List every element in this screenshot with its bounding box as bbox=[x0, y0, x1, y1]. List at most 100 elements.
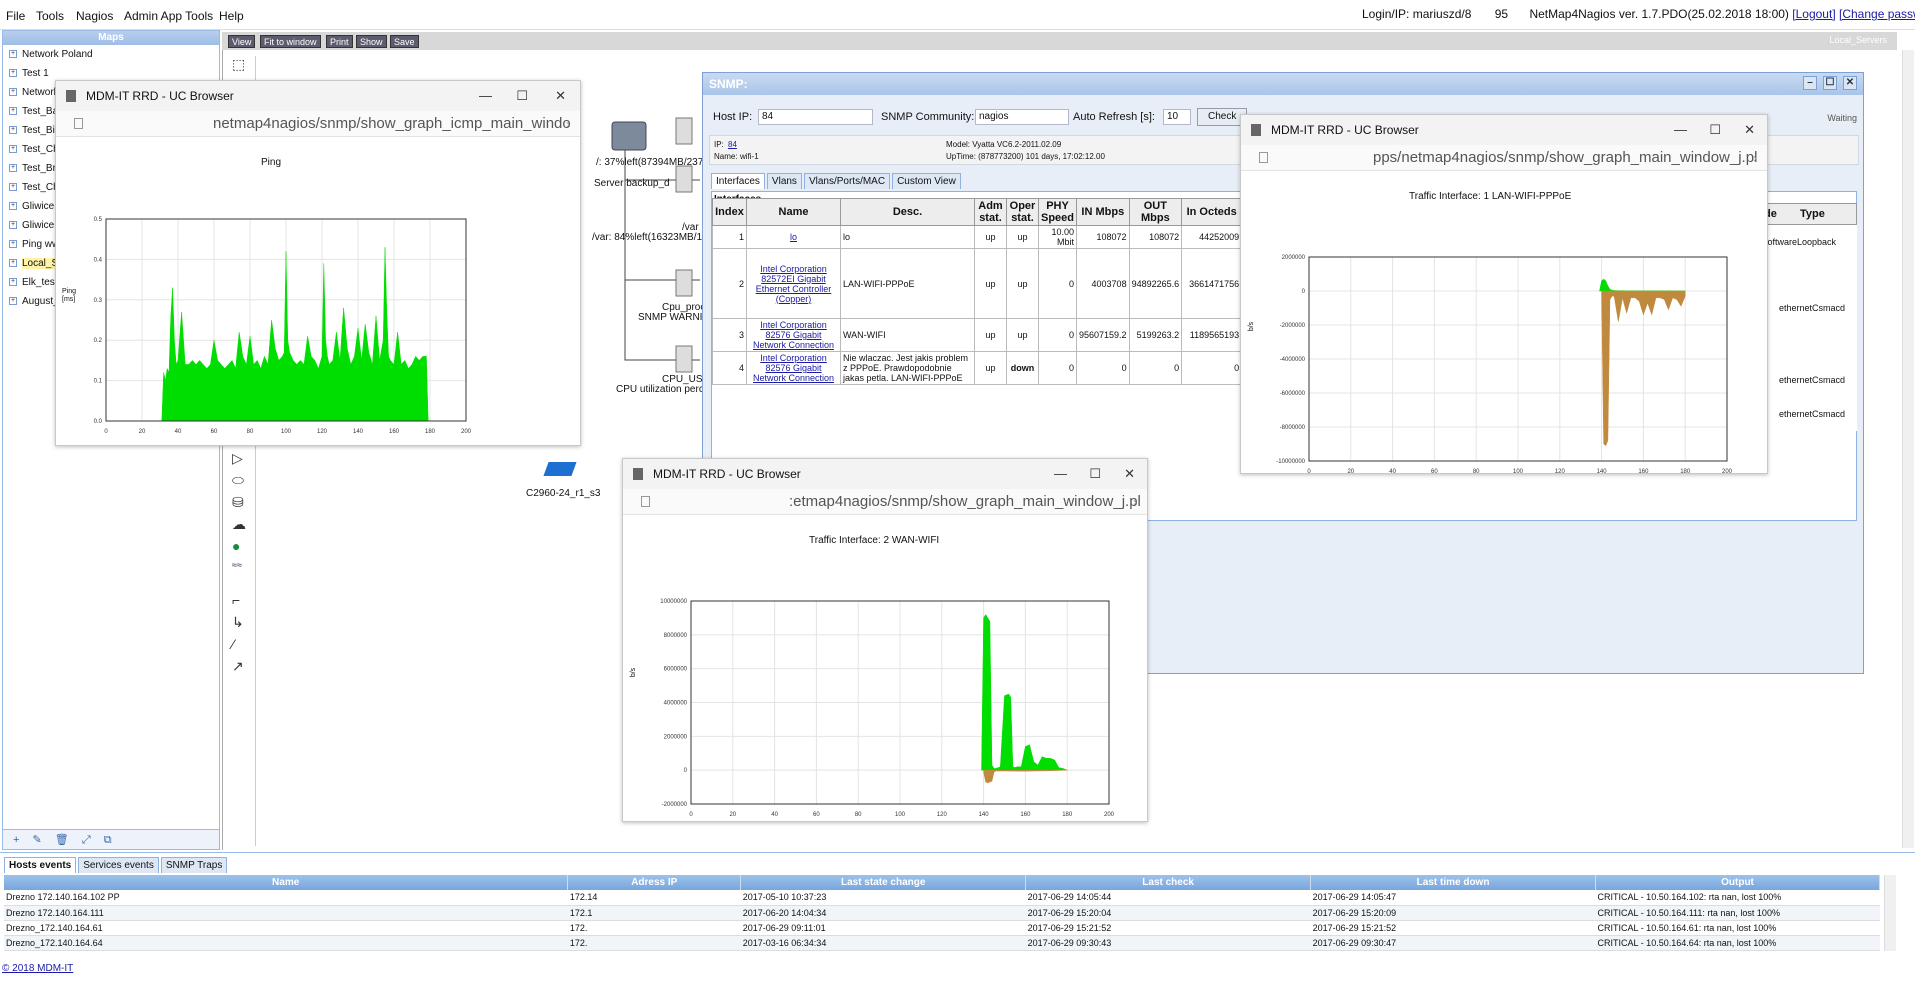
close-icon[interactable]: ✕ bbox=[1843, 76, 1857, 90]
events-column-header[interactable]: Last time down bbox=[1310, 875, 1597, 890]
snmp-titlebar[interactable]: SNMP: – ☐ ✕ bbox=[703, 73, 1863, 95]
interface-cell-name[interactable]: Intel Corporation 82576 Gigabit Network … bbox=[746, 351, 841, 385]
text-tool-icon[interactable]: ≈≈ bbox=[232, 560, 242, 570]
expand-plus-icon[interactable]: + bbox=[9, 221, 17, 230]
triangle-tool-icon[interactable]: ▷ bbox=[232, 450, 243, 467]
traffic2-window-titlebar[interactable]: MDM-IT RRD - UC Browser — ☐ ✕ bbox=[623, 459, 1147, 489]
save-button[interactable]: Save bbox=[390, 35, 419, 48]
event-row[interactable]: Drezno_172.140.164.61 172. 2017-06-29 09:1… bbox=[4, 920, 1880, 936]
event-row[interactable]: Drezno 172.140.164.111 172.1 2017-06-20 14… bbox=[4, 905, 1880, 921]
add-map-icon[interactable]: + bbox=[13, 834, 19, 846]
traffic1-address-bar[interactable]: pps/netmap4nagios/snmp/show_graph_main_w… bbox=[1241, 145, 1767, 171]
expand-plus-icon[interactable]: + bbox=[9, 50, 17, 59]
menu-nagios[interactable]: Nagios bbox=[76, 9, 113, 23]
events-column-header[interactable]: Name bbox=[4, 875, 569, 890]
connector-step-icon[interactable]: ⌐ bbox=[232, 592, 240, 608]
maximize-icon[interactable]: ☐ bbox=[1709, 115, 1721, 145]
events-scrollbar[interactable] bbox=[1884, 875, 1896, 951]
fit-to-window-button[interactable]: Fit to window bbox=[260, 35, 321, 48]
maximize-icon[interactable]: ☐ bbox=[516, 81, 528, 111]
traffic1-window-titlebar[interactable]: MDM-IT RRD - UC Browser — ☐ ✕ bbox=[1241, 115, 1767, 145]
maximize-icon[interactable]: ☐ bbox=[1089, 459, 1101, 489]
interfaces-column-header[interactable]: In Octeds bbox=[1181, 198, 1243, 226]
expand-plus-icon[interactable]: + bbox=[9, 278, 17, 287]
host-ip-input[interactable]: 84 bbox=[758, 109, 873, 125]
minimize-icon[interactable]: — bbox=[479, 81, 492, 111]
ellipse-tool-icon[interactable]: ⬭ bbox=[232, 472, 244, 489]
expand-plus-icon[interactable]: + bbox=[9, 183, 17, 192]
map-tree-item[interactable]: + Gliwice bbox=[9, 220, 54, 231]
interface-row[interactable]: 1 lo lo up up 10.00 Mbit 108072 108072 44252009 bbox=[712, 225, 1243, 249]
show-button[interactable]: Show bbox=[356, 35, 387, 48]
ping-address-bar[interactable]: netmap4nagios/snmp/show_graph_icmp_main_… bbox=[56, 111, 580, 137]
event-row[interactable]: Drezno 172.140.164.102 PP 172.14 2017-05-1… bbox=[4, 890, 1880, 906]
arrow-line-icon[interactable]: ↗ bbox=[232, 658, 244, 675]
map-tree-item[interactable]: + Network Poland bbox=[9, 49, 93, 60]
chevron-right-icon[interactable]: › bbox=[1133, 489, 1137, 514]
view-button[interactable]: View bbox=[228, 35, 256, 48]
map-tree-item[interactable]: + Local_S bbox=[9, 258, 59, 269]
map-tree-item[interactable]: + Test_Br bbox=[9, 163, 56, 174]
cloud-tool-icon[interactable]: ☁ bbox=[232, 516, 246, 533]
interface-cell-name[interactable]: lo bbox=[746, 225, 841, 249]
expand-plus-icon[interactable]: + bbox=[9, 88, 17, 97]
expand-plus-icon[interactable]: + bbox=[9, 240, 17, 249]
expand-plus-icon[interactable]: + bbox=[9, 297, 17, 306]
tab-hosts-events[interactable]: Hosts events bbox=[4, 857, 77, 873]
expand-plus-icon[interactable]: + bbox=[9, 259, 17, 268]
expand-plus-icon[interactable]: + bbox=[9, 145, 17, 154]
expand-plus-icon[interactable]: + bbox=[9, 126, 17, 135]
interface-cell-name[interactable]: Intel Corporation 82572EI Gigabit Ethern… bbox=[746, 248, 841, 319]
map-tree-item[interactable]: + August_ bbox=[9, 296, 59, 307]
events-column-header[interactable]: Last check bbox=[1025, 875, 1312, 890]
expand-icon[interactable]: ⤢ bbox=[82, 834, 91, 847]
expand-plus-icon[interactable]: + bbox=[9, 107, 17, 116]
expand-plus-icon[interactable]: + bbox=[9, 69, 17, 78]
interface-cell-name[interactable]: Intel Corporation 82576 Gigabit Network … bbox=[746, 318, 841, 352]
minimize-icon[interactable]: — bbox=[1054, 459, 1067, 489]
interface-row[interactable]: 2 Intel Corporation 82572EI Gigabit Ether… bbox=[712, 248, 1243, 319]
switch-icon[interactable] bbox=[543, 462, 577, 476]
tab-custom-view[interactable]: Custom View bbox=[892, 173, 961, 189]
map-tree-item[interactable]: + Test_Bil bbox=[9, 125, 57, 136]
print-button[interactable]: Print bbox=[326, 35, 353, 48]
maximize-icon[interactable]: ☐ bbox=[1823, 76, 1837, 90]
map-tree-item[interactable]: + Ping ww bbox=[9, 239, 59, 250]
auto-refresh-input[interactable]: 10 bbox=[1163, 109, 1191, 125]
menu-file[interactable]: File bbox=[6, 9, 25, 23]
main-scrollbar[interactable] bbox=[1902, 50, 1914, 848]
ping-window-titlebar[interactable]: MDM-IT RRD - UC Browser — ☐ ✕ bbox=[56, 81, 580, 111]
logout-link[interactable]: [Logout] bbox=[1792, 7, 1835, 21]
map-tree-item[interactable]: + Test 1 bbox=[9, 68, 49, 79]
connector-line-icon[interactable]: ⁄ bbox=[232, 636, 234, 652]
interfaces-column-header[interactable]: IN Mbps bbox=[1076, 198, 1130, 226]
events-column-header[interactable]: Output bbox=[1595, 875, 1880, 890]
connector-elbow-icon[interactable]: ↳ bbox=[232, 614, 244, 631]
traffic2-address-bar[interactable]: :etmap4nagios/snmp/show_graph_main_windo… bbox=[623, 489, 1147, 515]
event-row[interactable]: Drezno_172.140.164.64 172. 2017-03-16 06:3… bbox=[4, 935, 1880, 951]
interfaces-column-header[interactable]: Oper stat. bbox=[1006, 198, 1039, 226]
footer-copyright[interactable]: © 2018 MDM-IT bbox=[2, 963, 73, 974]
tab-interfaces[interactable]: Interfaces bbox=[711, 173, 765, 189]
interface-row[interactable]: 3 Intel Corporation 82576 Gigabit Network… bbox=[712, 318, 1243, 352]
interfaces-column-header[interactable]: OUT Mbps bbox=[1128, 198, 1183, 226]
close-icon[interactable]: ✕ bbox=[1744, 115, 1755, 145]
expand-plus-icon[interactable]: + bbox=[9, 202, 17, 211]
map-tree-item[interactable]: + Test_Ch bbox=[9, 144, 59, 155]
delete-map-icon[interactable]: 🗑 bbox=[55, 833, 69, 846]
cylinder-tool-icon[interactable]: ⛁ bbox=[232, 494, 244, 511]
change-password-link[interactable]: [Change password] bbox=[1839, 7, 1915, 21]
edit-map-icon[interactable]: ✎ bbox=[33, 833, 42, 846]
interfaces-column-header[interactable]: Adm stat. bbox=[974, 198, 1007, 226]
map-tree-item[interactable]: + Test_Ch bbox=[9, 182, 59, 193]
interface-row[interactable]: 4 Intel Corporation 82576 Gigabit Network… bbox=[712, 351, 1243, 385]
tab-vlans[interactable]: Vlans bbox=[766, 173, 802, 189]
events-column-header[interactable]: Last state change bbox=[740, 875, 1027, 890]
map-tree-item[interactable]: + Test_Ba bbox=[9, 106, 58, 117]
external-link-icon[interactable]: ⧉ bbox=[104, 834, 112, 847]
menu-admin-app-tools[interactable]: Admin App Tools bbox=[124, 9, 213, 23]
close-icon[interactable]: ✕ bbox=[1124, 459, 1135, 489]
tab-snmp-traps[interactable]: SNMP Traps bbox=[160, 857, 228, 873]
minimize-icon[interactable]: – bbox=[1803, 76, 1817, 90]
expand-plus-icon[interactable]: + bbox=[9, 164, 17, 173]
